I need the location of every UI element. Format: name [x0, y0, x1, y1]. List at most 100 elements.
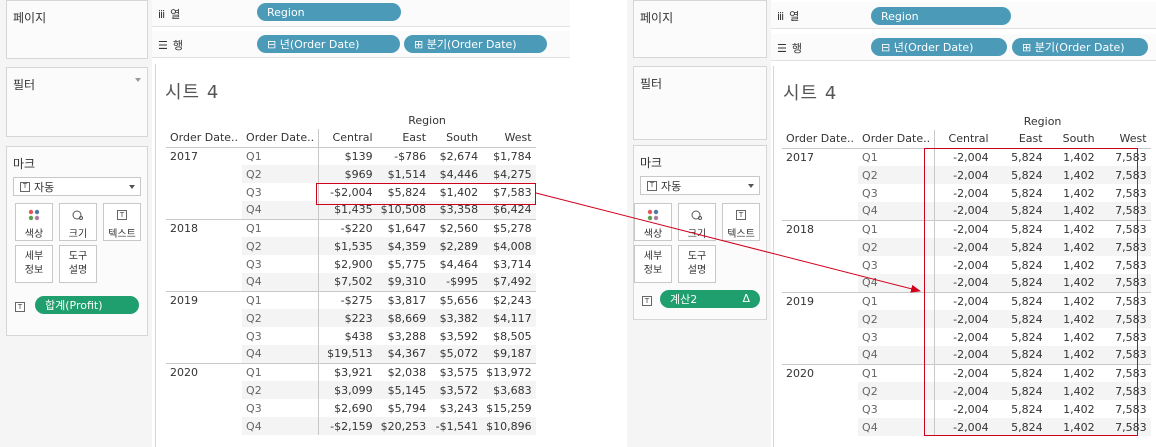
year-column-header: Order Date..	[782, 130, 859, 149]
quarter-cell: Q4	[242, 345, 319, 363]
table-row: 2020 Q1 -2,004 5,824 1,402 7,583	[782, 363, 1151, 436]
value-cell: $969	[318, 165, 377, 183]
left-worksheet-pane: 페이지 필터 마크 T 자동 색상 크기 T 텍스트 세부 정보 도구 설명 T…	[0, 0, 570, 447]
quarter-cell: Q3	[862, 402, 878, 416]
columns-shelf[interactable]: iii 열 Region	[152, 0, 570, 27]
rows-shelf[interactable]: ☰ 행 ⊟ 년(Order Date) ⊞ 분기(Order Date)	[152, 31, 570, 58]
calc2-pill-label: 계산2	[670, 293, 698, 306]
value-cell: $20,253	[376, 417, 431, 435]
filters-card[interactable]: 필터	[6, 67, 148, 137]
size-button[interactable]: 크기	[678, 203, 716, 241]
value-cell: $5,775	[387, 257, 427, 271]
value-cell: $9,310	[376, 273, 431, 291]
size-label: 크기	[68, 229, 88, 240]
value-cell: 5,824	[1011, 186, 1043, 200]
pages-card[interactable]: 페이지	[6, 0, 148, 59]
value-cell: $7,492	[482, 273, 536, 291]
value-cell: $5,278	[482, 218, 536, 237]
value-cell: $9,187	[482, 345, 536, 363]
mark-type-dropdown[interactable]: T 자동	[13, 177, 141, 196]
filters-card[interactable]: 필터	[633, 66, 767, 140]
mark-type-dropdown[interactable]: T 자동	[640, 176, 760, 195]
value-cell: 7,583	[1098, 346, 1151, 364]
right-side-panel: 페이지 필터 마크 T 자동 색상 크기 T 텍스트 세부 정보 도구 설명 T…	[627, 0, 771, 447]
columns-icon: iii	[777, 9, 784, 23]
text-button[interactable]: T 텍스트	[722, 203, 760, 241]
value-cell: 5,824	[992, 274, 1047, 292]
size-label: 크기	[687, 229, 707, 240]
value-cell: 7,583	[1115, 150, 1147, 164]
value-cell: -$2,159	[318, 417, 377, 435]
value-cell: -2,004	[934, 184, 993, 202]
tooltip-button[interactable]: 도구 설명	[678, 245, 716, 283]
value-cell: -2,004	[934, 238, 993, 256]
value-cell: $4,008	[482, 237, 536, 255]
quarter-cell: Q3	[246, 257, 262, 271]
text-label: 텍스트	[108, 229, 136, 240]
year-cell: 2017	[786, 150, 814, 164]
value-cell: $438	[318, 327, 377, 345]
pages-card[interactable]: 페이지	[633, 0, 767, 58]
value-cell: 7,583	[1098, 363, 1151, 382]
value-cell: $1,514	[376, 165, 431, 183]
year-order-date-pill[interactable]: ⊟ 년(Order Date)	[257, 35, 400, 53]
year-order-date-pill[interactable]: ⊟ 년(Order Date)	[871, 38, 1007, 56]
region-column-header-central: Central	[318, 129, 377, 148]
value-cell: 1,402	[1063, 186, 1095, 200]
quarter-cell: Q3	[862, 330, 878, 344]
pages-title: 페이지	[13, 11, 47, 25]
color-button[interactable]: 색상	[634, 203, 672, 241]
rows-icon: ☰	[777, 41, 787, 55]
size-button[interactable]: 크기	[59, 203, 97, 241]
detail-button[interactable]: 세부 정보	[15, 245, 53, 283]
rows-shelf[interactable]: ☰ 행 ⊟ 년(Order Date) ⊞ 분기(Order Date)	[771, 34, 1156, 61]
marks-card: 마크 T 자동 색상 크기 T 텍스트	[6, 146, 148, 336]
value-cell: 7,583	[1098, 310, 1151, 328]
value-cell: $3,243	[439, 401, 479, 415]
value-cell: -2,004	[934, 310, 993, 328]
value-cell: -2,004	[934, 202, 993, 220]
value-cell: -2,004	[934, 328, 993, 346]
value-cell: $8,669	[376, 309, 431, 327]
profit-sum-pill[interactable]: 합계(Profit)	[35, 296, 139, 314]
quarter-order-date-pill[interactable]: ⊞ 분기(Order Date)	[404, 35, 547, 53]
tooltip-button[interactable]: 도구 설명	[59, 245, 97, 283]
value-cell: 1,402	[1046, 363, 1099, 382]
value-cell: $4,464	[439, 257, 479, 271]
calc2-pill[interactable]: 계산2 Δ	[660, 290, 760, 308]
value-cell: -2,004	[934, 219, 993, 238]
value-cell: 7,583	[1098, 291, 1151, 310]
detail-label-line2: 정보	[643, 265, 663, 276]
text-button[interactable]: T 텍스트	[103, 203, 141, 241]
region-column-header-west: West	[482, 129, 536, 148]
sheet-view: 시트 4 Region Order Date.. Order Date.. Centr…	[773, 66, 1156, 447]
region-pill-label: Region	[267, 5, 305, 19]
value-cell: $5,145	[376, 381, 431, 399]
region-pill[interactable]: Region	[257, 3, 401, 21]
region-column-header-south: South	[1046, 130, 1099, 149]
year-cell: 2020	[782, 363, 859, 436]
detail-button[interactable]: 세부 정보	[634, 245, 672, 283]
year-cell: 2019	[782, 291, 859, 364]
value-cell: $1,535	[318, 237, 377, 255]
region-column-header-south: South	[430, 129, 483, 148]
year-cell: 2018	[782, 219, 859, 292]
value-cell: 5,824	[1011, 258, 1043, 272]
value-cell: 1,402	[1046, 238, 1099, 256]
value-cell: -$220	[318, 218, 377, 237]
region-pill[interactable]: Region	[871, 7, 1011, 25]
mark-type-label: 자동	[661, 179, 682, 193]
value-cell: $2,674	[439, 149, 479, 163]
columns-shelf[interactable]: iii 열 Region	[771, 2, 1156, 29]
color-button[interactable]: 색상	[15, 203, 53, 241]
value-cell: 5,824	[992, 166, 1047, 184]
quarter-order-date-pill[interactable]: ⊞ 분기(Order Date)	[1012, 38, 1148, 56]
value-cell: $3,921	[318, 362, 377, 381]
value-cell: $7,583	[493, 185, 532, 199]
table-row: 2019 Q1 -2,004 5,824 1,402 7,583	[782, 291, 1151, 364]
filters-dropdown-icon[interactable]	[135, 78, 141, 82]
value-cell: -2,004	[934, 291, 993, 310]
crosstab-table: Region Order Date.. Order Date.. Central Eas…	[166, 111, 536, 435]
tooltip-label-line1: 도구	[68, 251, 88, 262]
value-cell: $2,289	[430, 237, 483, 255]
